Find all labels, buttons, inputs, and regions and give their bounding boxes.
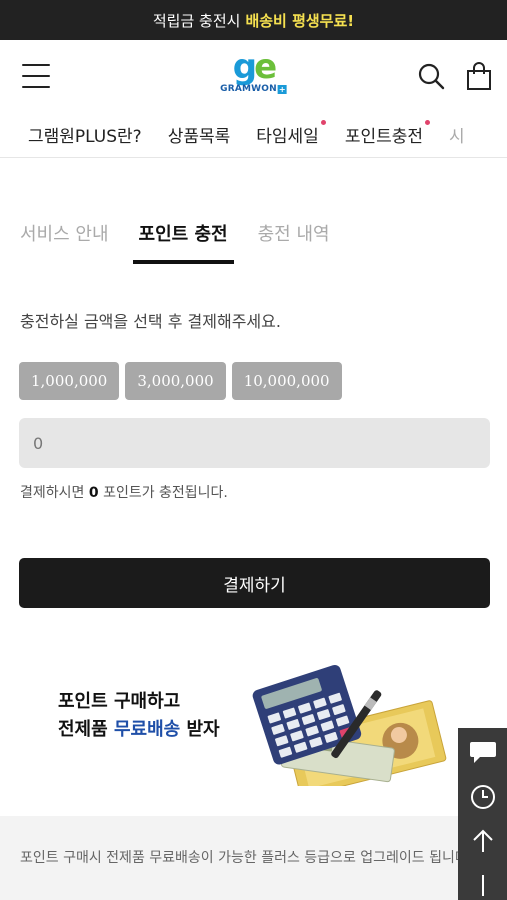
result-points: 0 (88, 485, 99, 501)
arrow-down-icon[interactable] (467, 872, 499, 900)
logo-wordmark: GRAMWON + (220, 84, 287, 94)
banner-text: 포인트 구매하고 전제품 무료배송 받자 (58, 691, 220, 740)
nav-item-label: 그램원PLUS란? (28, 127, 142, 147)
calculator-money-illustration (252, 665, 447, 786)
clock-icon[interactable] (467, 783, 499, 812)
point-tabs: 서비스 안내 포인트 충전 충전 내역 (0, 220, 507, 264)
amount-option-1000000[interactable]: 1,000,000 (19, 362, 120, 400)
quick-sidebar (458, 728, 507, 900)
promo-banner[interactable]: 포인트 구매하고 전제품 무료배송 받자 (0, 646, 507, 826)
promo-topbar: 적립금 충전시 배송비 평생무료! (0, 0, 507, 40)
nav-item-2[interactable]: 상품목록 (168, 122, 231, 147)
nav-item-3[interactable]: 타임세일 (256, 120, 326, 147)
nav-item-label: 상품목록 (167, 127, 231, 147)
search-icon[interactable] (417, 62, 445, 90)
nav-item-label: 타임세일 (256, 127, 319, 147)
nav-item-5[interactable]: 시 (449, 122, 465, 147)
tab-service-info[interactable]: 서비스 안내 (20, 220, 109, 264)
promo-highlight: 배송비 평생무료! (245, 11, 355, 30)
amount-input[interactable] (19, 418, 490, 468)
shopping-bag-icon[interactable] (465, 61, 493, 91)
amount-option-10000000[interactable]: 10,000,000 (231, 362, 342, 400)
pay-button[interactable]: 결제하기 (19, 558, 490, 608)
nav-item-label: 포인트충전 (344, 127, 424, 147)
hamburger-icon[interactable] (22, 64, 50, 88)
arrow-up-icon[interactable] (467, 827, 499, 856)
new-dot-badge (320, 120, 326, 125)
tab-point-charge[interactable]: 포인트 충전 (132, 220, 234, 264)
site-header: ge GRAMWON + (0, 40, 507, 112)
amount-options: 1,000,000 3,000,000 10,000,000 (0, 362, 507, 400)
nav-item-4[interactable]: 포인트충전 (344, 120, 431, 147)
amount-option-3000000[interactable]: 3,000,000 (125, 362, 226, 400)
main-nav: 그램원PLUS란? 상품목록 타임세일 포인트충전 시 (0, 112, 507, 158)
chat-icon[interactable] (467, 738, 499, 767)
new-dot-badge (425, 120, 431, 125)
upgrade-notice: 포인트 구매시 전제품 무료배송이 가능한 플러스 등급으로 업그레이드 됩니다… (0, 816, 507, 900)
tab-charge-history[interactable]: 충전 내역 (258, 220, 330, 264)
promo-text: 적립금 충전시 (152, 11, 241, 30)
charge-guide-text: 충전하실 금액을 선택 후 결제해주세요. (20, 312, 281, 331)
logo-mark: ge (232, 47, 277, 87)
charge-result-text: 결제하시면 0 포인트가 충전됩니다. (20, 485, 228, 501)
nav-item-1[interactable]: 그램원PLUS란? (28, 122, 142, 147)
gramwon-logo[interactable]: ge GRAMWON + (220, 50, 287, 94)
nav-item-label: 시 (449, 127, 465, 147)
